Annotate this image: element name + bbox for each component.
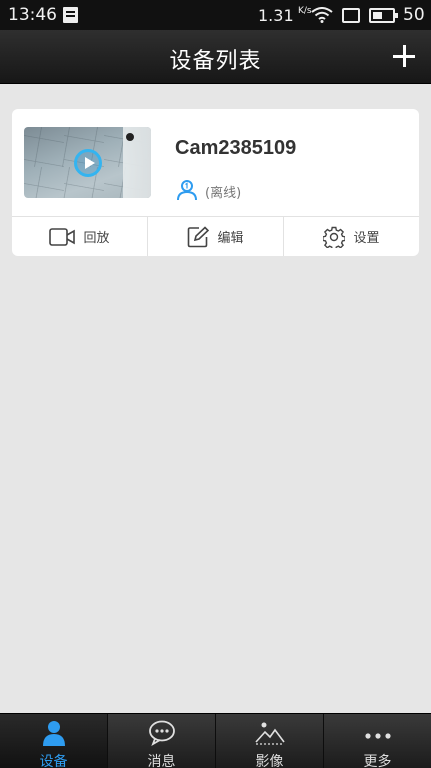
user-icon [177, 180, 197, 201]
add-device-button[interactable] [389, 41, 419, 71]
mountain-image-icon [254, 722, 285, 745]
edit-label: 编辑 [217, 231, 244, 246]
device-name: Cam2385109 [175, 137, 297, 159]
device-actions: 回放 编辑 设置 [12, 216, 419, 256]
nav-media-label: 影像 [255, 754, 284, 768]
edit-button[interactable]: 编辑 [148, 217, 284, 256]
status-bar: 13:46 1.31 K/s 50 [0, 0, 431, 30]
playback-button[interactable]: 回放 [12, 217, 148, 256]
device-status: (离线) [205, 186, 242, 201]
settings-label: 设置 [353, 231, 380, 246]
nav-media[interactable]: 影像 [216, 714, 324, 768]
video-camera-icon [49, 227, 76, 246]
notification-icon [63, 7, 78, 23]
battery-icon [369, 8, 398, 23]
edit-icon [188, 225, 210, 247]
person-icon [42, 721, 65, 746]
settings-button[interactable]: 设置 [284, 217, 419, 256]
nav-messages[interactable]: 消息 [108, 714, 216, 768]
nav-more-label: 更多 [363, 754, 392, 768]
nav-messages-label: 消息 [147, 754, 176, 768]
title-bar: 设备列表 [0, 30, 431, 84]
gear-icon [323, 226, 346, 248]
device-card[interactable]: Cam2385109 (离线) 回放 编辑 设置 [12, 109, 419, 256]
page-title: 设备列表 [169, 49, 262, 74]
wifi-icon [311, 7, 333, 23]
network-speed: 1.31 [258, 6, 294, 25]
battery-level: 50 [403, 5, 425, 25]
nav-devices[interactable]: 设备 [0, 714, 108, 768]
sim-icon [342, 8, 360, 23]
chat-bubble-icon [148, 720, 175, 746]
play-icon[interactable] [74, 149, 102, 177]
more-dots-icon [364, 733, 391, 739]
nav-devices-label: 设备 [39, 754, 68, 768]
bottom-nav: 设备 消息 影像 更多 [0, 713, 431, 768]
playback-label: 回放 [83, 231, 110, 246]
camera-thumbnail[interactable] [24, 127, 151, 198]
status-time: 13:46 [8, 5, 57, 25]
network-speed-unit: K/s [298, 6, 312, 16]
nav-more[interactable]: 更多 [324, 714, 431, 768]
